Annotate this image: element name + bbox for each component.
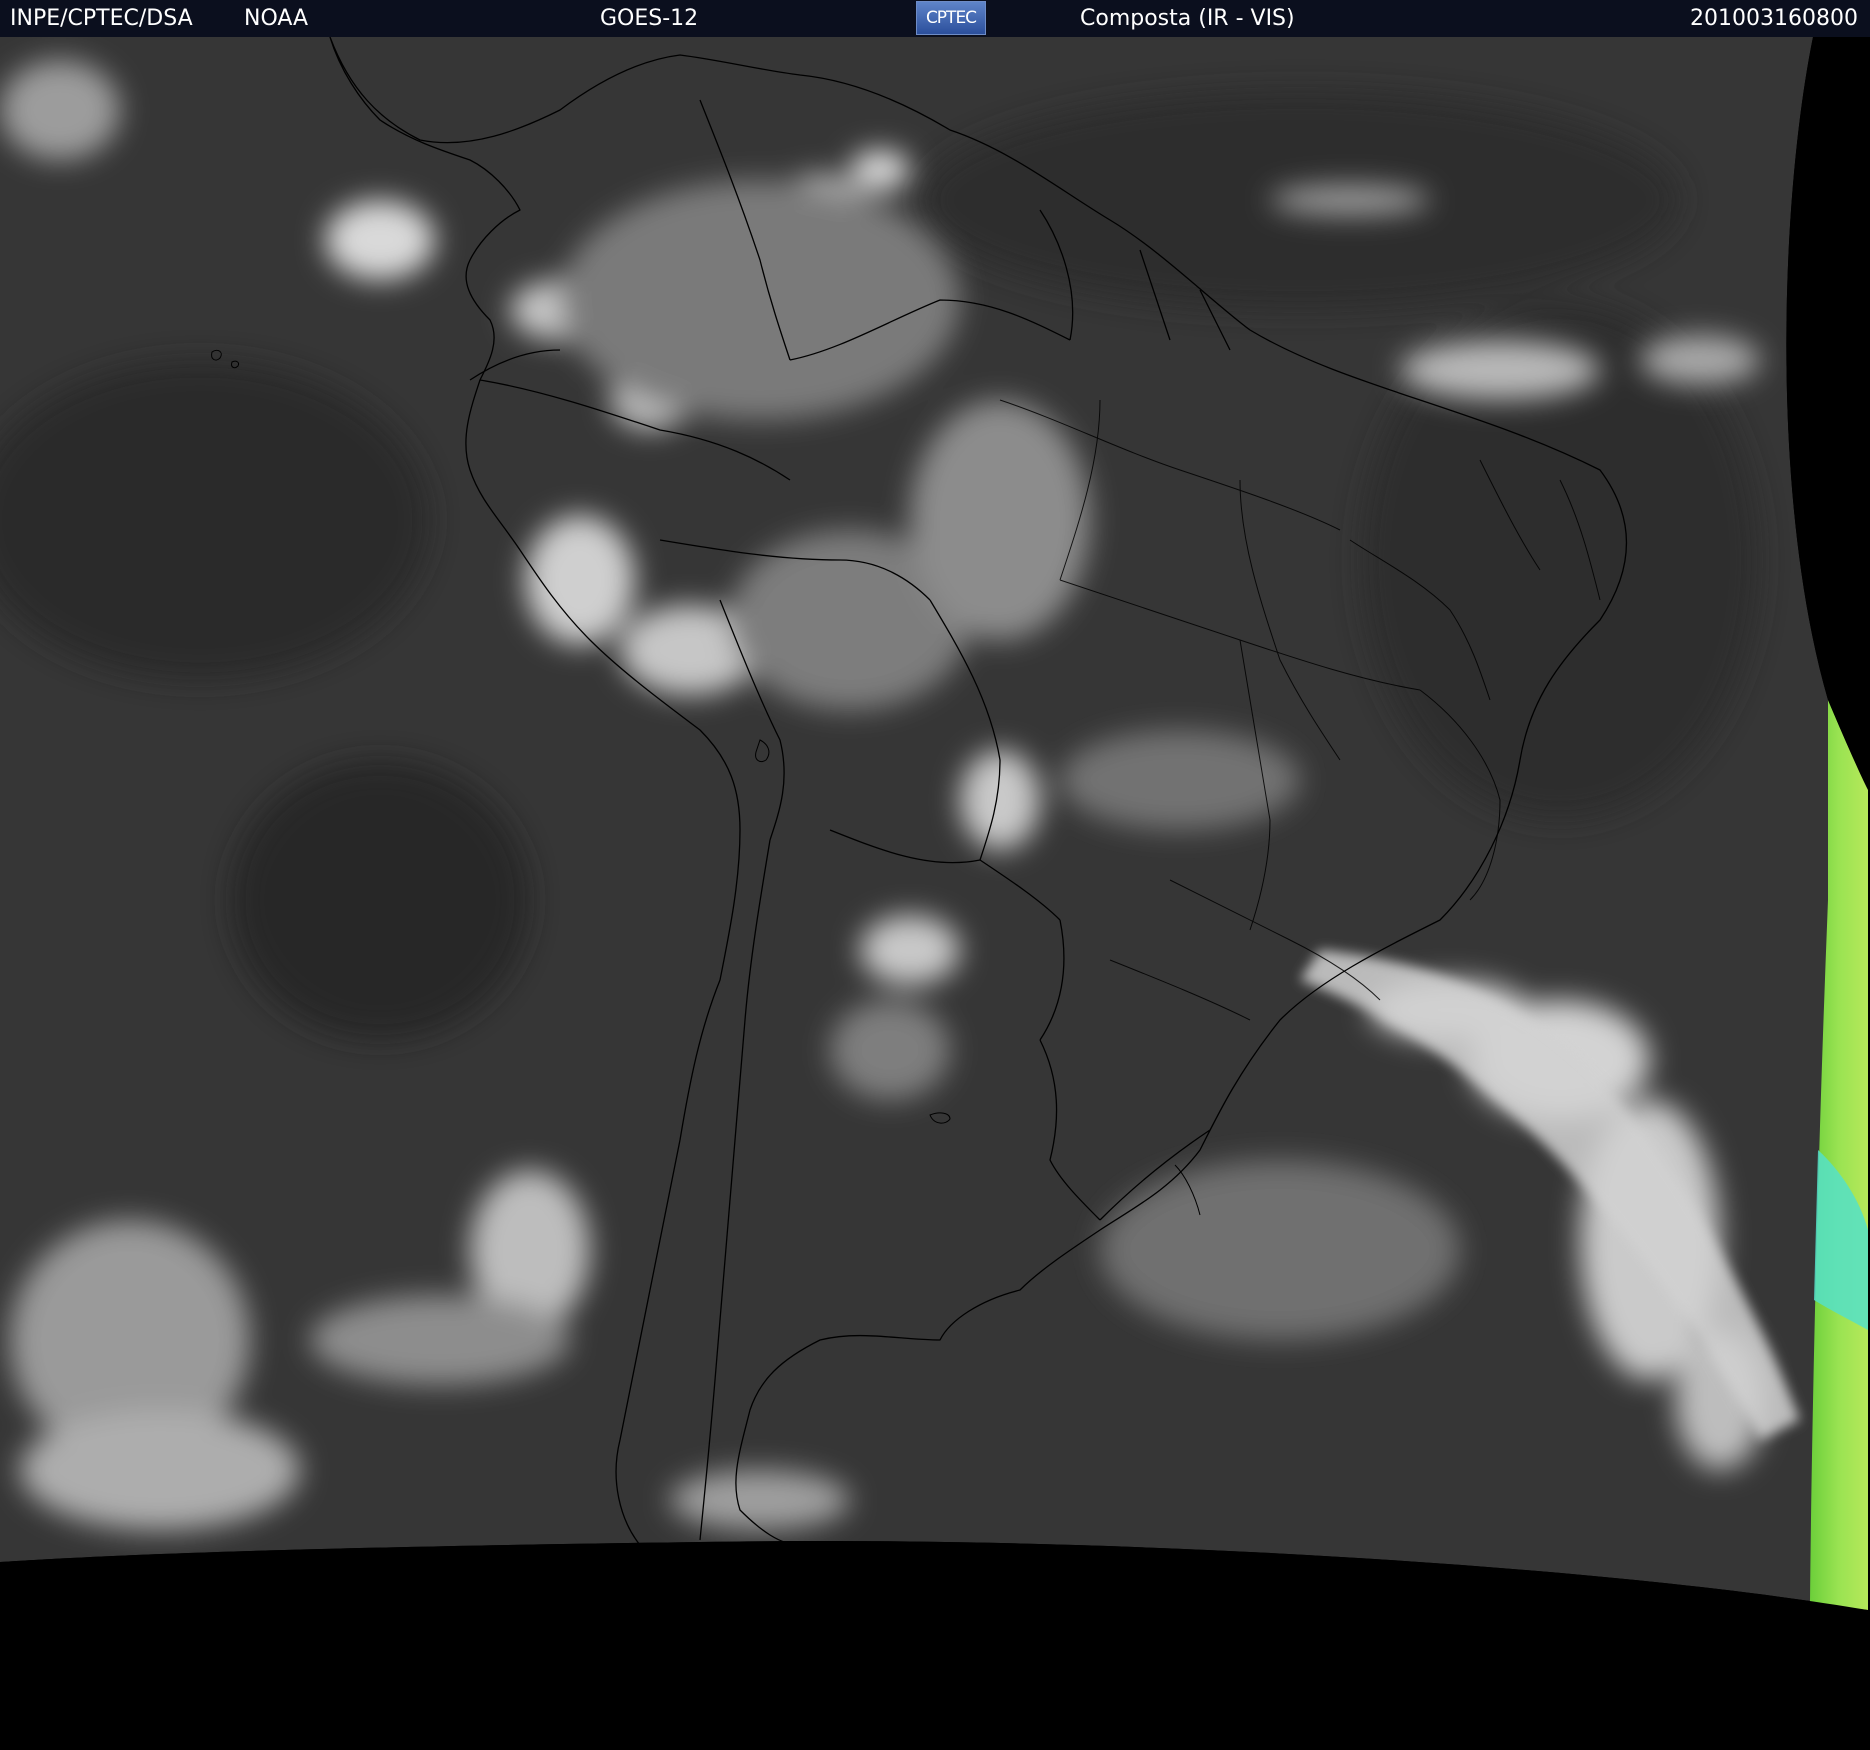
product-label: Composta (IR - VIS) [1080, 6, 1295, 31]
image-header-bar: INPE/CPTEC/DSA NOAA GOES-12 CPTEC Compos… [0, 0, 1870, 37]
satellite-label: GOES-12 [600, 6, 699, 31]
satellite-image [0, 37, 1870, 1750]
satellite-map-svg [0, 37, 1870, 1750]
partner-label: NOAA [244, 6, 309, 31]
agency-label: INPE/CPTEC/DSA [10, 6, 193, 31]
timestamp-label: 201003160800 [1690, 6, 1858, 31]
cptec-logo-text: CPTEC [925, 8, 977, 28]
cptec-logo: CPTEC [916, 1, 986, 35]
